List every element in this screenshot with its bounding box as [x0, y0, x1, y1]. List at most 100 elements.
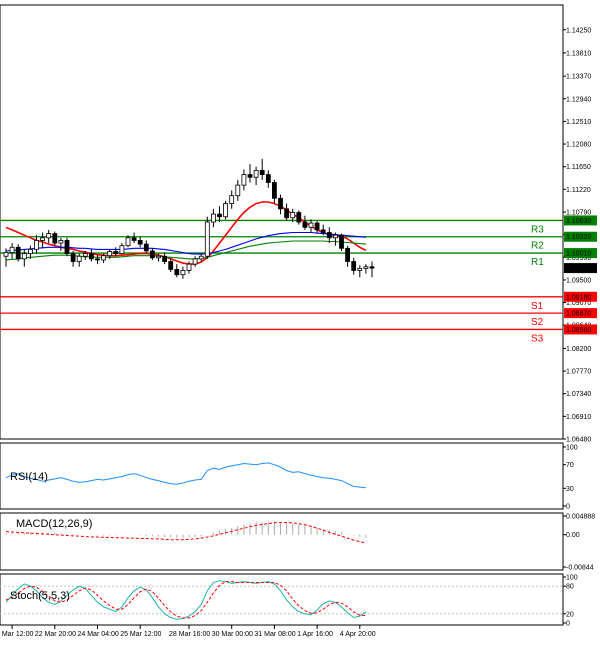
- chart-svg: 1.14250 1.13810 1.13370 1.12940 1.12510 1.120…: [0, 0, 600, 643]
- candle-body: [284, 208, 290, 219]
- level-name-r2: R2: [531, 241, 544, 252]
- candle-body: [95, 258, 100, 261]
- level-name-s3: S3: [531, 333, 544, 344]
- candle-body: [296, 212, 302, 223]
- level-name-r3: R3: [531, 224, 544, 235]
- candle-body: [302, 221, 308, 228]
- candle-body: [70, 253, 76, 262]
- candle-body: [204, 221, 210, 257]
- candle-body: [259, 169, 265, 175]
- price-tick-label: 1.07770: [566, 369, 591, 376]
- candle-body: [21, 253, 27, 260]
- candle-body: [223, 203, 229, 218]
- candle-body: [210, 213, 216, 223]
- candle-body: [351, 261, 357, 271]
- level-price-r3: 1.10630: [566, 218, 591, 225]
- candle: [204, 216, 210, 259]
- last-price-marker: 1.09725: [564, 263, 597, 274]
- candle-body: [89, 253, 94, 260]
- time-tick-label: 24 Mar 04:00: [78, 631, 119, 638]
- chart-background: [0, 0, 600, 643]
- time-tick-label: 30 Mar 00:00: [212, 631, 253, 638]
- candle-body: [290, 212, 296, 219]
- candle-body: [253, 169, 259, 178]
- time-tick-label: 25 Mar 12:00: [120, 631, 161, 638]
- candle-body: [271, 182, 277, 199]
- candle-body: [76, 255, 82, 262]
- level-name-s2: S2: [531, 317, 544, 328]
- price-tick-label: 1.13810: [566, 50, 591, 57]
- price-tick-label: 1.07340: [566, 391, 591, 398]
- candle-body: [58, 240, 64, 244]
- candle-body: [357, 267, 363, 271]
- candle-body: [162, 255, 168, 262]
- rsi-label: RSI(14): [10, 471, 48, 483]
- time-tick-label: 28 Mar 16:00: [169, 631, 210, 638]
- stoch-label: Stoch(5,5,3): [10, 590, 70, 602]
- stoch-tick-label: 0: [566, 621, 570, 628]
- price-tick-label: 1.12940: [566, 96, 591, 103]
- price-tick-label: 1.14250: [566, 27, 591, 34]
- candle-body: [125, 237, 131, 247]
- candle-body: [9, 246, 15, 253]
- rsi-tick-label: 100: [566, 445, 578, 452]
- stoch-tick-label: 100: [566, 575, 578, 582]
- candle-body: [143, 243, 149, 252]
- candle-body: [119, 245, 125, 255]
- stoch-tick-label: 20: [566, 611, 574, 618]
- price-tick-label: 1.11650: [566, 164, 591, 171]
- candle-body: [113, 251, 119, 255]
- time-tick-label: 21 Mar 12:00: [0, 631, 33, 638]
- price-tick-label: 1.13370: [566, 74, 591, 81]
- candle-body: [339, 234, 344, 249]
- candle-body: [82, 253, 88, 257]
- candle-body: [180, 270, 186, 276]
- macd-label: MACD(12,26,9): [16, 518, 92, 530]
- level-price-r1: 1.10010: [566, 251, 591, 258]
- candle: [64, 237, 70, 257]
- candle-body: [149, 250, 155, 259]
- candle-body: [217, 213, 222, 218]
- time-tick-label: 31 Mar 08:00: [254, 631, 295, 638]
- time-tick-label: 4 Apr 20:00: [340, 631, 376, 638]
- candle-body: [320, 229, 326, 233]
- rsi-tick-label: 0: [566, 504, 570, 511]
- candle-body: [34, 240, 39, 250]
- macd-tick-label: 0.00: [566, 532, 580, 539]
- price-tick-label: 1.06910: [566, 414, 591, 421]
- chart-window: 1.14250 1.13810 1.13370 1.12940 1.12510 1.120…: [0, 0, 600, 643]
- candle-body: [229, 195, 235, 204]
- level-price-s1: 1.09180: [566, 294, 591, 301]
- candle-body: [241, 174, 247, 186]
- candle-body: [198, 255, 204, 260]
- candle-body: [15, 246, 21, 260]
- candle-body: [308, 222, 314, 228]
- candle-body: [156, 255, 161, 259]
- candle-body: [278, 197, 283, 210]
- price-tick-label: 1.09500: [566, 277, 591, 284]
- candle-body: [46, 233, 52, 239]
- time-tick-label: 1 Apr 16:00: [297, 631, 333, 638]
- price-tick-label: 1.11220: [566, 187, 591, 194]
- candle-body: [369, 266, 375, 269]
- candle-body: [3, 252, 9, 257]
- rsi-tick-label: 30: [566, 486, 574, 493]
- candle: [223, 200, 229, 220]
- price-tick-label: 1.12510: [566, 119, 591, 126]
- candle-body: [186, 263, 192, 271]
- level-price-s3: 1.08560: [566, 327, 591, 334]
- candle-body: [192, 258, 198, 265]
- candle-body: [326, 232, 332, 239]
- candle-body: [332, 234, 338, 239]
- candle-body: [235, 184, 241, 197]
- candle: [339, 233, 344, 251]
- candle-body: [363, 266, 369, 269]
- candle-body: [314, 222, 320, 231]
- price-tick-label: 1.08200: [566, 346, 591, 353]
- candle-body: [174, 269, 180, 276]
- candle-body: [345, 247, 351, 262]
- level-name-s1: S1: [531, 301, 544, 312]
- candle-body: [27, 248, 33, 255]
- last-price-label: 1.09725: [566, 266, 591, 273]
- price-tick-label: 1.12080: [566, 142, 591, 149]
